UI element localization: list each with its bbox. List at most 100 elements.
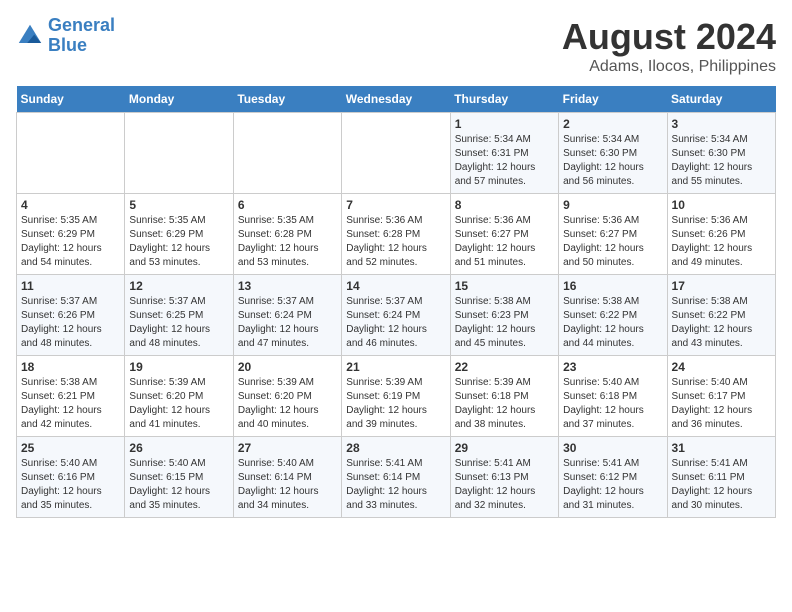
calendar-cell: 19Sunrise: 5:39 AM Sunset: 6:20 PM Dayli… <box>125 356 233 437</box>
day-info: Sunrise: 5:39 AM Sunset: 6:20 PM Dayligh… <box>238 376 337 432</box>
logo-icon <box>16 22 44 50</box>
calendar-cell: 23Sunrise: 5:40 AM Sunset: 6:18 PM Dayli… <box>559 356 667 437</box>
calendar-cell: 30 Sunrise: 5:41 AM Sunset: 6:12 PM Dayli… <box>559 437 667 518</box>
day-number: 8 <box>455 198 554 212</box>
day-number: 30 <box>563 441 662 455</box>
calendar-cell <box>233 113 341 194</box>
calendar-cell: 21 Sunrise: 5:39 AM Sunset: 6:19 PM Dayli… <box>342 356 450 437</box>
calendar-cell: 26 Sunrise: 5:40 AM Sunset: 6:15 PM Dayli… <box>125 437 233 518</box>
day-number: 17 <box>672 279 771 293</box>
weekday-header-thursday: Thursday <box>450 86 558 113</box>
day-number: 14 <box>346 279 445 293</box>
calendar-subtitle: Adams, Ilocos, Philippines <box>562 58 776 76</box>
calendar-week-row: 18 Sunrise: 5:38 AM Sunset: 6:21 PM Dayli… <box>17 356 776 437</box>
calendar-title-block: August 2024 Adams, Ilocos, Philippines <box>562 16 776 76</box>
day-info: Sunrise: 5:41 AM Sunset: 6:12 PM Dayligh… <box>563 457 662 513</box>
logo-text: General Blue <box>48 16 115 56</box>
calendar-cell: 2 Sunrise: 5:34 AM Sunset: 6:30 PM Daylig… <box>559 113 667 194</box>
day-info: Sunrise: 5:37 AM Sunset: 6:26 PM Dayligh… <box>21 295 120 351</box>
day-info: Sunrise: 5:36 AM Sunset: 6:27 PM Dayligh… <box>563 214 662 270</box>
day-info: Sunrise: 5:35 AM Sunset: 6:28 PM Dayligh… <box>238 214 337 270</box>
logo-line2: Blue <box>48 35 87 55</box>
calendar-cell <box>125 113 233 194</box>
page-header: General Blue August 2024 Adams, Ilocos, … <box>16 16 776 76</box>
calendar-cell: 10Sunrise: 5:36 AM Sunset: 6:26 PM Dayli… <box>667 194 775 275</box>
day-info: Sunrise: 5:36 AM Sunset: 6:27 PM Dayligh… <box>455 214 554 270</box>
day-info: Sunrise: 5:34 AM Sunset: 6:31 PM Dayligh… <box>455 133 554 189</box>
day-number: 9 <box>563 198 662 212</box>
day-info: Sunrise: 5:40 AM Sunset: 6:14 PM Dayligh… <box>238 457 337 513</box>
weekday-header-sunday: Sunday <box>17 86 125 113</box>
day-info: Sunrise: 5:39 AM Sunset: 6:18 PM Dayligh… <box>455 376 554 432</box>
day-number: 18 <box>21 360 120 374</box>
day-number: 20 <box>238 360 337 374</box>
day-info: Sunrise: 5:36 AM Sunset: 6:28 PM Dayligh… <box>346 214 445 270</box>
calendar-cell: 31Sunrise: 5:41 AM Sunset: 6:11 PM Dayli… <box>667 437 775 518</box>
calendar-cell: 13Sunrise: 5:37 AM Sunset: 6:24 PM Dayli… <box>233 275 341 356</box>
day-number: 25 <box>21 441 120 455</box>
day-info: Sunrise: 5:41 AM Sunset: 6:14 PM Dayligh… <box>346 457 445 513</box>
weekday-header-wednesday: Wednesday <box>342 86 450 113</box>
day-info: Sunrise: 5:37 AM Sunset: 6:25 PM Dayligh… <box>129 295 228 351</box>
day-info: Sunrise: 5:41 AM Sunset: 6:13 PM Dayligh… <box>455 457 554 513</box>
calendar-cell: 16 Sunrise: 5:38 AM Sunset: 6:22 PM Dayli… <box>559 275 667 356</box>
day-number: 27 <box>238 441 337 455</box>
day-number: 28 <box>346 441 445 455</box>
calendar-cell: 4Sunrise: 5:35 AM Sunset: 6:29 PM Daylig… <box>17 194 125 275</box>
day-number: 6 <box>238 198 337 212</box>
weekday-header-tuesday: Tuesday <box>233 86 341 113</box>
day-info: Sunrise: 5:40 AM Sunset: 6:16 PM Dayligh… <box>21 457 120 513</box>
day-info: Sunrise: 5:35 AM Sunset: 6:29 PM Dayligh… <box>21 214 120 270</box>
calendar-cell: 24 Sunrise: 5:40 AM Sunset: 6:17 PM Dayli… <box>667 356 775 437</box>
calendar-cell: 18 Sunrise: 5:38 AM Sunset: 6:21 PM Dayli… <box>17 356 125 437</box>
day-info: Sunrise: 5:40 AM Sunset: 6:15 PM Dayligh… <box>129 457 228 513</box>
weekday-header-row: SundayMondayTuesdayWednesdayThursdayFrid… <box>17 86 776 113</box>
day-info: Sunrise: 5:38 AM Sunset: 6:21 PM Dayligh… <box>21 376 120 432</box>
logo: General Blue <box>16 16 115 56</box>
day-number: 15 <box>455 279 554 293</box>
day-info: Sunrise: 5:38 AM Sunset: 6:23 PM Dayligh… <box>455 295 554 351</box>
calendar-cell: 17 Sunrise: 5:38 AM Sunset: 6:22 PM Dayli… <box>667 275 775 356</box>
day-number: 3 <box>672 117 771 131</box>
day-number: 7 <box>346 198 445 212</box>
calendar-cell: 25 Sunrise: 5:40 AM Sunset: 6:16 PM Dayli… <box>17 437 125 518</box>
weekday-header-monday: Monday <box>125 86 233 113</box>
calendar-cell: 29Sunrise: 5:41 AM Sunset: 6:13 PM Dayli… <box>450 437 558 518</box>
logo-line1: General <box>48 15 115 35</box>
day-number: 10 <box>672 198 771 212</box>
weekday-header-saturday: Saturday <box>667 86 775 113</box>
calendar-cell: 27 Sunrise: 5:40 AM Sunset: 6:14 PM Dayli… <box>233 437 341 518</box>
day-number: 1 <box>455 117 554 131</box>
calendar-cell <box>17 113 125 194</box>
calendar-cell: 1 Sunrise: 5:34 AM Sunset: 6:31 PM Daylig… <box>450 113 558 194</box>
day-info: Sunrise: 5:38 AM Sunset: 6:22 PM Dayligh… <box>563 295 662 351</box>
calendar-cell: 9 Sunrise: 5:36 AM Sunset: 6:27 PM Daylig… <box>559 194 667 275</box>
day-number: 5 <box>129 198 228 212</box>
day-number: 21 <box>346 360 445 374</box>
day-info: Sunrise: 5:40 AM Sunset: 6:17 PM Dayligh… <box>672 376 771 432</box>
calendar-cell: 28 Sunrise: 5:41 AM Sunset: 6:14 PM Dayli… <box>342 437 450 518</box>
day-number: 23 <box>563 360 662 374</box>
day-info: Sunrise: 5:34 AM Sunset: 6:30 PM Dayligh… <box>563 133 662 189</box>
day-info: Sunrise: 5:39 AM Sunset: 6:19 PM Dayligh… <box>346 376 445 432</box>
calendar-cell: 3 Sunrise: 5:34 AM Sunset: 6:30 PM Daylig… <box>667 113 775 194</box>
day-info: Sunrise: 5:38 AM Sunset: 6:22 PM Dayligh… <box>672 295 771 351</box>
calendar-week-row: 1 Sunrise: 5:34 AM Sunset: 6:31 PM Daylig… <box>17 113 776 194</box>
day-info: Sunrise: 5:37 AM Sunset: 6:24 PM Dayligh… <box>346 295 445 351</box>
calendar-cell <box>342 113 450 194</box>
day-number: 2 <box>563 117 662 131</box>
day-number: 11 <box>21 279 120 293</box>
calendar-week-row: 11 Sunrise: 5:37 AM Sunset: 6:26 PM Dayli… <box>17 275 776 356</box>
calendar-cell: 6 Sunrise: 5:35 AM Sunset: 6:28 PM Daylig… <box>233 194 341 275</box>
calendar-cell: 8 Sunrise: 5:36 AM Sunset: 6:27 PM Daylig… <box>450 194 558 275</box>
calendar-cell: 14 Sunrise: 5:37 AM Sunset: 6:24 PM Dayli… <box>342 275 450 356</box>
calendar-week-row: 25 Sunrise: 5:40 AM Sunset: 6:16 PM Dayli… <box>17 437 776 518</box>
day-number: 26 <box>129 441 228 455</box>
day-number: 16 <box>563 279 662 293</box>
weekday-header-friday: Friday <box>559 86 667 113</box>
day-info: Sunrise: 5:34 AM Sunset: 6:30 PM Dayligh… <box>672 133 771 189</box>
calendar-week-row: 4Sunrise: 5:35 AM Sunset: 6:29 PM Daylig… <box>17 194 776 275</box>
calendar-cell: 12Sunrise: 5:37 AM Sunset: 6:25 PM Dayli… <box>125 275 233 356</box>
day-info: Sunrise: 5:39 AM Sunset: 6:20 PM Dayligh… <box>129 376 228 432</box>
day-number: 24 <box>672 360 771 374</box>
